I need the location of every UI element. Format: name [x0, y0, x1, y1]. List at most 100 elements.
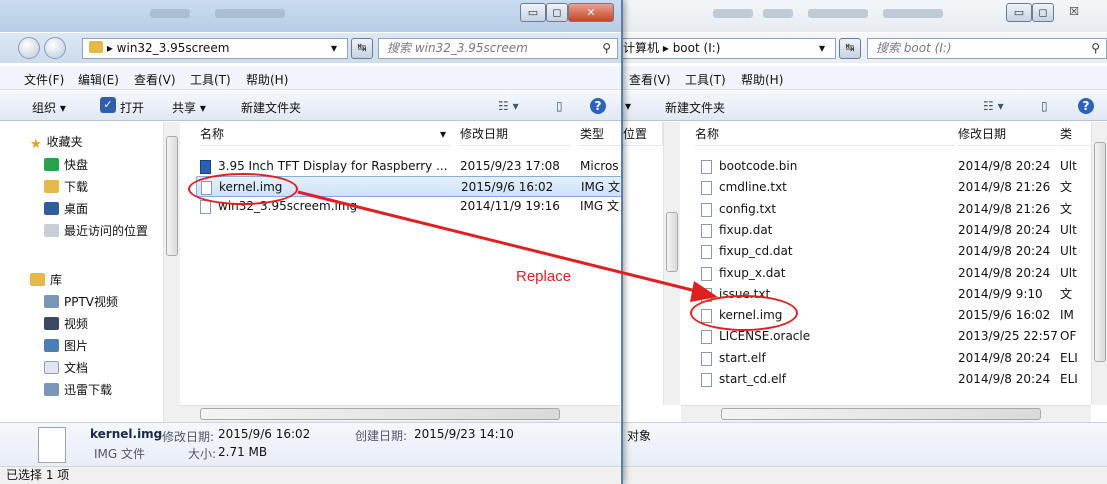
breadcrumb-computer[interactable]: 计算机: [623, 41, 659, 55]
menu-tools[interactable]: 工具(T): [190, 71, 231, 88]
refresh-icon[interactable]: ↹: [839, 38, 861, 59]
nav-favorites[interactable]: ★ 收藏夹: [30, 132, 83, 152]
file-row[interactable]: bootcode.bin 2014/9/8 20:24 Ult: [697, 156, 1091, 177]
file-date: 2015/9/6 16:02: [461, 180, 554, 194]
refresh-icon[interactable]: ↹: [351, 38, 373, 59]
nav-library[interactable]: 库: [30, 270, 62, 290]
menu-view[interactable]: 查看(V): [134, 71, 176, 88]
menu-file[interactable]: 文件(F): [24, 71, 64, 88]
column-header-name[interactable]: 名称 ▾: [200, 122, 450, 146]
file-name: bootcode.bin: [719, 159, 798, 173]
file-icon: [701, 266, 712, 281]
file-row[interactable]: start.elf 2014/9/8 20:24 ELI: [697, 348, 1091, 369]
breadcrumb-boot[interactable]: boot (I:): [673, 41, 721, 55]
search-input[interactable]: 搜索 boot (I:) ⚲: [867, 38, 1107, 59]
search-input[interactable]: 搜索 win32_3.95screem ⚲: [378, 38, 618, 59]
file-row[interactable]: cmdline.txt 2014/9/8 21:26 文: [697, 177, 1091, 198]
chevron-down-icon[interactable]: ▾: [625, 99, 631, 113]
view-icon[interactable]: ☷ ▾: [498, 99, 519, 113]
address-bar: 计算机 ▸ boot (I:) ▾ ↹ 搜索 boot (I:) ⚲: [623, 33, 1107, 63]
chevron-down-icon[interactable]: ▾: [819, 39, 825, 58]
nav-recent[interactable]: 最近访问的位置: [44, 221, 148, 241]
nav-downloads[interactable]: 下载: [44, 177, 88, 197]
source-folder-window: ▭ ◻ ✕ ▸ win32_3.95screem ▾ ↹ 搜索 win32_3.…: [0, 0, 623, 484]
file-row[interactable]: fixup_cd.dat 2014/9/8 20:24 Ult: [697, 241, 1091, 262]
share-button[interactable]: 共享 ▾: [172, 99, 206, 116]
search-icon[interactable]: ⚲: [602, 39, 611, 58]
column-header-date[interactable]: 修改日期: [460, 122, 570, 146]
highlight-ellipse-left: [188, 173, 298, 205]
nav-desktop[interactable]: 桌面: [44, 199, 88, 219]
menu-help[interactable]: 帮助(H): [246, 71, 288, 88]
column-header-date[interactable]: 修改日期: [958, 122, 1058, 146]
back-icon[interactable]: [18, 37, 40, 59]
file-type: Ult: [1060, 222, 1077, 237]
file-icon: [701, 202, 712, 217]
forward-icon[interactable]: [44, 37, 66, 59]
organize-button[interactable]: 组织 ▾: [32, 99, 66, 116]
details-created: 2015/9/23 14:10: [414, 427, 514, 441]
details-size: 2.71 MB: [218, 445, 268, 459]
nav-video[interactable]: 视频: [44, 314, 88, 334]
view-icon[interactable]: ☷ ▾: [983, 99, 1004, 113]
close-button[interactable]: ✕: [568, 3, 614, 22]
help-icon[interactable]: ?: [590, 98, 606, 114]
file-date: 2014/9/8 20:24: [958, 265, 1051, 280]
nav-pictures[interactable]: 图片: [44, 336, 88, 356]
boot-drive-window: ▭ ◻ ☒ 计算机 ▸ boot (I:) ▾ ↹ 搜索 boot (I:) ⚲ …: [622, 0, 1107, 484]
menu-tools[interactable]: 工具(T): [685, 71, 726, 88]
pane-icon[interactable]: ▯: [1041, 99, 1048, 113]
replace-annotation: Replace: [516, 268, 572, 285]
nav-xunlei[interactable]: 迅雷下载: [44, 380, 112, 400]
column-header-type[interactable]: 类型: [580, 122, 620, 146]
file-name: start_cd.elf: [719, 372, 786, 386]
breadcrumb-folder[interactable]: win32_3.95screem: [117, 41, 230, 55]
new-folder-button[interactable]: 新建文件夹: [241, 99, 301, 116]
file-row[interactable]: config.txt 2014/9/8 21:26 文: [697, 199, 1091, 220]
horizontal-scrollbar[interactable]: [681, 405, 1091, 422]
close-button[interactable]: ☒: [1054, 3, 1094, 22]
search-icon[interactable]: ⚲: [1091, 39, 1100, 58]
file-date: 2014/9/8 20:24: [958, 244, 1051, 259]
shield-icon: ✓: [100, 97, 116, 113]
nav-scrollbar[interactable]: [663, 122, 680, 405]
help-icon[interactable]: ?: [1078, 98, 1094, 114]
new-folder-button[interactable]: 新建文件夹: [665, 99, 725, 116]
file-type: 文: [1060, 201, 1073, 216]
breadcrumb[interactable]: ▸ win32_3.95screem ▾: [82, 38, 348, 59]
file-row[interactable]: fixup.dat 2014/9/8 20:24 Ult: [697, 220, 1091, 241]
file-name: config.txt: [719, 201, 777, 216]
file-row[interactable]: fixup_x.dat 2014/9/8 20:24 Ult: [697, 263, 1091, 284]
horizontal-scrollbar[interactable]: [180, 405, 620, 422]
menu-edit[interactable]: 编辑(E): [78, 71, 119, 88]
title-bar: ▭ ◻ ✕: [0, 0, 621, 32]
nav-quick[interactable]: 快盘: [44, 155, 88, 175]
status-bar: 已选择 1 项: [0, 466, 621, 484]
menu-view[interactable]: 查看(V): [629, 71, 671, 88]
nav-docs[interactable]: 文档: [44, 358, 88, 378]
file-type: ELI: [1060, 350, 1078, 365]
file-date: 2014/9/8 20:24: [958, 350, 1051, 365]
column-header-type[interactable]: 类: [1060, 122, 1090, 146]
menu-help[interactable]: 帮助(H): [741, 71, 783, 88]
chevron-down-icon[interactable]: ▾: [331, 39, 337, 58]
open-button[interactable]: 打开: [120, 99, 144, 116]
menu-bar: 查看(V) 工具(T) 帮助(H): [623, 66, 1107, 90]
file-icon: [200, 200, 211, 214]
maximize-button[interactable]: ◻: [546, 3, 568, 22]
column-header-name[interactable]: 名称: [695, 122, 955, 146]
nav-scrollbar[interactable]: [163, 122, 180, 422]
minimize-button[interactable]: ▭: [1006, 3, 1032, 22]
details-name: kernel.img: [90, 427, 163, 441]
highlight-ellipse-right: [690, 295, 798, 331]
file-scrollbar[interactable]: [1091, 122, 1107, 405]
file-type: ELI: [1060, 372, 1078, 386]
maximize-button[interactable]: ◻: [1032, 3, 1054, 22]
minimize-button[interactable]: ▭: [520, 3, 546, 22]
file-type: IMG 文: [580, 199, 620, 213]
nav-pptv[interactable]: PPTV视频: [44, 292, 118, 312]
pane-icon[interactable]: ▯: [556, 99, 563, 113]
file-date: 2015/9/6 16:02: [958, 308, 1051, 323]
file-row[interactable]: start_cd.elf 2014/9/8 20:24 ELI: [697, 369, 1091, 390]
breadcrumb[interactable]: 计算机 ▸ boot (I:) ▾: [623, 38, 836, 59]
